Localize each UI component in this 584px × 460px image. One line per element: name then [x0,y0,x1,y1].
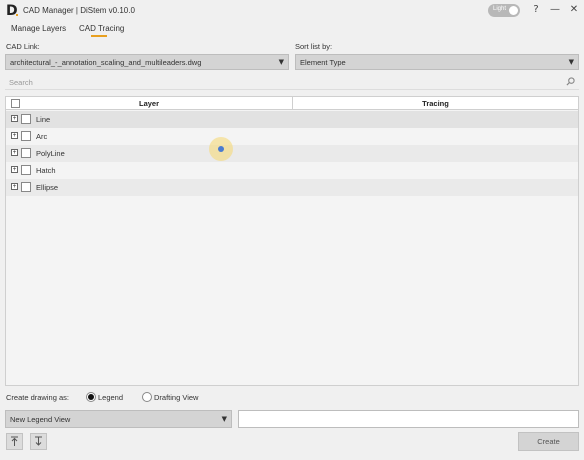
search-input[interactable]: Search [5,75,579,90]
row-checkbox[interactable] [21,131,31,141]
cursor-dot [218,146,224,152]
active-tab-indicator [91,35,107,37]
expand-icon[interactable]: + [11,183,18,190]
layer-name: Hatch [36,166,56,175]
minimize-button[interactable]: — [548,3,562,17]
tree-row[interactable]: + Hatch [6,162,578,179]
title-bar: D CAD Manager | DiStem v0.10.0 Light ? —… [0,0,584,22]
sort-value: Element Type [300,58,346,67]
close-button[interactable]: ✕ [567,3,581,17]
tree-row[interactable]: + PolyLine [6,145,578,162]
tree-header: Layer Tracing [6,97,578,110]
view-select[interactable]: New Legend View ▼ [5,410,232,428]
radio-drafting-view[interactable] [142,392,152,402]
layer-name: Line [36,115,51,124]
column-tracing[interactable]: Tracing [293,97,578,110]
view-select-value: New Legend View [10,415,71,424]
row-checkbox[interactable] [21,165,31,175]
select-all-checkbox[interactable] [11,99,20,108]
expand-icon[interactable]: + [11,115,18,122]
sort-select[interactable]: Element Type ▼ [295,54,579,70]
layer-name: Arc [36,132,48,141]
chevron-down-icon: ▼ [278,58,284,66]
expand-icon[interactable]: + [11,149,18,156]
app-title: CAD Manager | DiStem v0.10.0 [23,6,135,15]
cad-link-select[interactable]: architectural_-_annotation_scaling_and_m… [5,54,289,70]
row-checkbox[interactable] [21,114,31,124]
cad-link-value: architectural_-_annotation_scaling_and_m… [10,58,202,67]
cad-link-label: CAD Link: [6,42,40,51]
row-checkbox[interactable] [21,148,31,158]
view-name-input[interactable] [238,410,579,428]
chevron-down-icon: ▼ [568,58,574,66]
expand-icon[interactable]: + [11,166,18,173]
create-drawing-label: Create drawing as: [6,393,69,402]
tree-row[interactable]: + Ellipse [6,179,578,196]
export-button[interactable] [6,433,23,450]
chevron-down-icon: ▼ [221,415,227,423]
theme-toggle-label: Light [493,6,507,12]
radio-legend[interactable] [86,392,96,402]
sort-label: Sort list by: [295,42,333,51]
tab-cad-tracing[interactable]: CAD Tracing [79,24,124,33]
radio-drafting-view-label[interactable]: Drafting View [154,393,198,402]
search-placeholder: Search [9,78,33,87]
import-button[interactable] [30,433,47,450]
column-layer[interactable]: Layer [6,97,293,110]
layer-tree: Layer Tracing + Line + Arc + PolyLine + … [5,96,579,386]
create-button[interactable]: Create [518,432,579,451]
row-checkbox[interactable] [21,182,31,192]
tab-bar: Manage Layers CAD Tracing [0,22,584,40]
tree-row[interactable]: + Arc [6,128,578,145]
search-icon[interactable] [566,77,575,86]
expand-icon[interactable]: + [11,132,18,139]
tab-manage-layers[interactable]: Manage Layers [11,24,66,33]
theme-toggle[interactable]: Light [488,4,520,17]
app-logo: D [6,3,18,19]
toggle-knob [509,6,518,15]
logo-dot [16,14,18,16]
layer-name: PolyLine [36,149,65,158]
tree-row[interactable]: + Line [6,111,578,128]
download-icon [35,436,42,446]
help-button[interactable]: ? [529,3,543,17]
radio-legend-label[interactable]: Legend [98,393,123,402]
upload-icon [11,436,18,446]
layer-name: Ellipse [36,183,59,192]
